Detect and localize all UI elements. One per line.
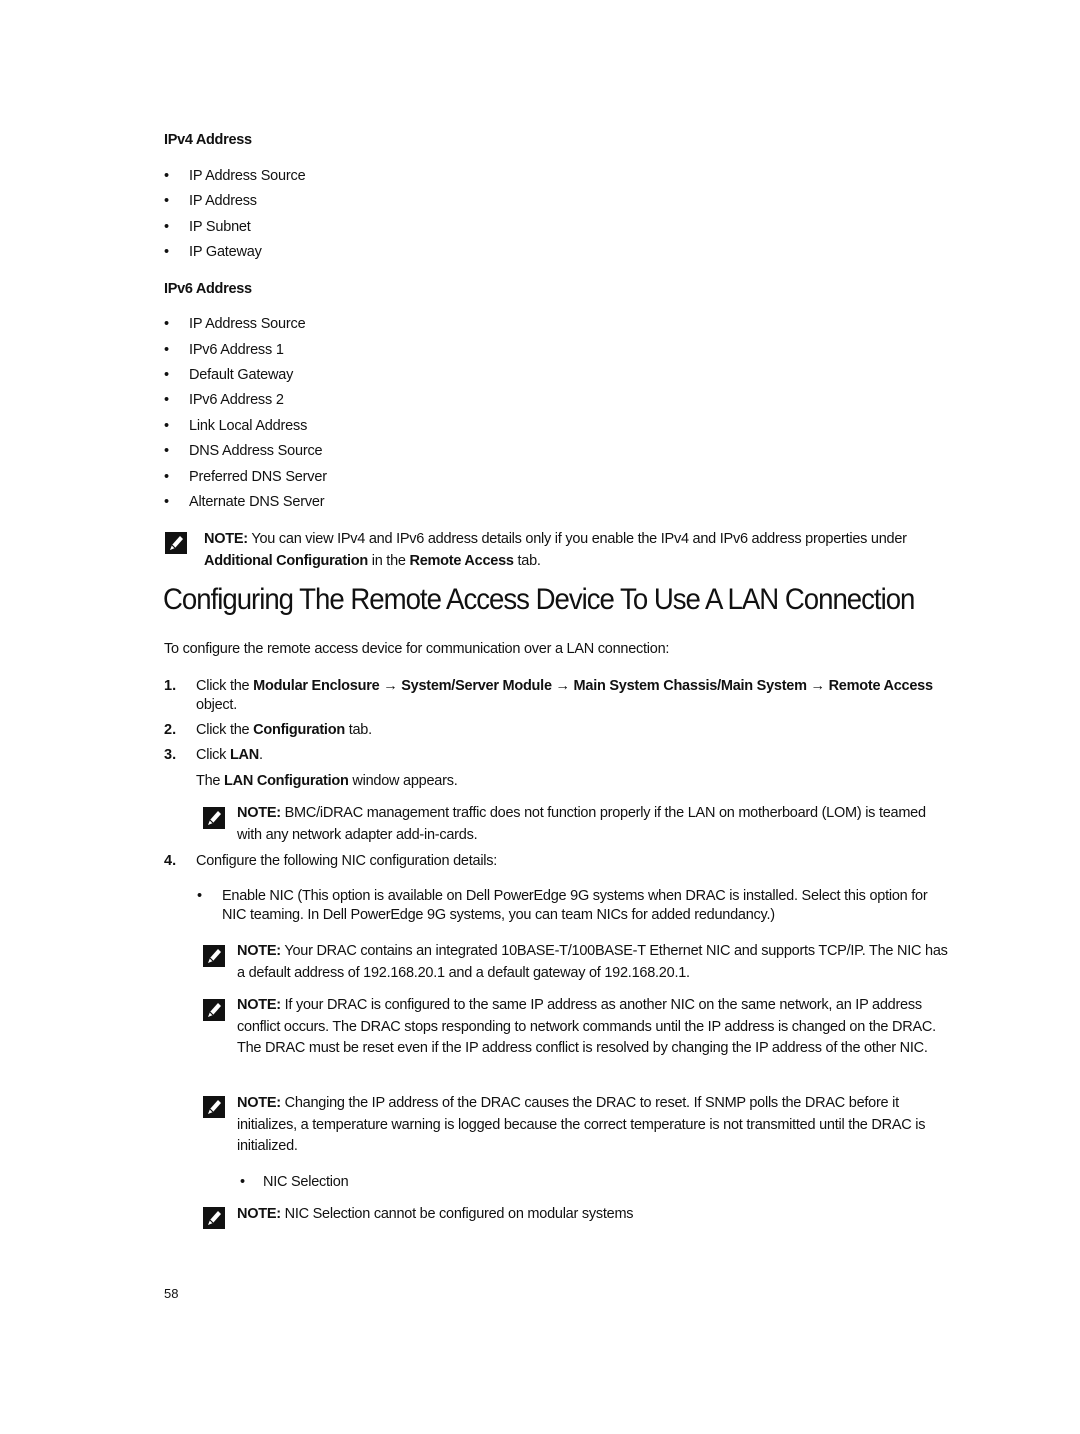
note-lom: NOTE: BMC/iDRAC management traffic does … xyxy=(237,805,926,843)
note-pencil-icon xyxy=(203,1096,225,1118)
note-modular: NOTE: NIC Selection cannot be configured… xyxy=(237,1206,634,1222)
note-pencil-icon xyxy=(203,807,225,829)
note-reset: NOTE: Changing the IP address of the DRA… xyxy=(237,1095,926,1154)
section-intro: To configure the remote access device fo… xyxy=(164,641,670,657)
note-pencil-icon xyxy=(203,945,225,967)
ipv4-heading: IPv4 Address xyxy=(164,132,252,148)
note-ipv-details: NOTE: You can view IPv4 and IPv6 address… xyxy=(204,531,907,569)
note-ip-conflict: NOTE: If your DRAC is configured to the … xyxy=(237,997,936,1056)
note-pencil-icon xyxy=(165,532,187,554)
step-number: 2. xyxy=(164,722,177,738)
bullet: • xyxy=(240,1174,246,1190)
enable-nic-item: Enable NIC (This option is available on … xyxy=(222,888,928,923)
section-title: Configuring The Remote Access Device To … xyxy=(163,583,915,616)
ipv6-heading: IPv6 Address xyxy=(164,281,252,297)
step-3-result: The LAN Configuration window appears. xyxy=(196,773,458,789)
page-number: 58 xyxy=(164,1286,179,1301)
step-number: 3. xyxy=(164,747,177,763)
step-4: Configure the following NIC configuratio… xyxy=(196,853,498,869)
note-nic-default: NOTE: Your DRAC contains an integrated 1… xyxy=(237,943,948,981)
step-3: Click LAN. xyxy=(196,747,263,763)
bullet: • xyxy=(197,888,203,904)
note-pencil-icon xyxy=(203,999,225,1021)
step-number: 4. xyxy=(164,853,177,869)
step-2: Click the Configuration tab. xyxy=(196,722,372,738)
step-number: 1. xyxy=(164,678,177,694)
nic-selection-item: NIC Selection xyxy=(263,1174,349,1190)
note-pencil-icon xyxy=(203,1207,225,1229)
step-1: Click the Modular Enclosure → System/Ser… xyxy=(196,678,933,713)
